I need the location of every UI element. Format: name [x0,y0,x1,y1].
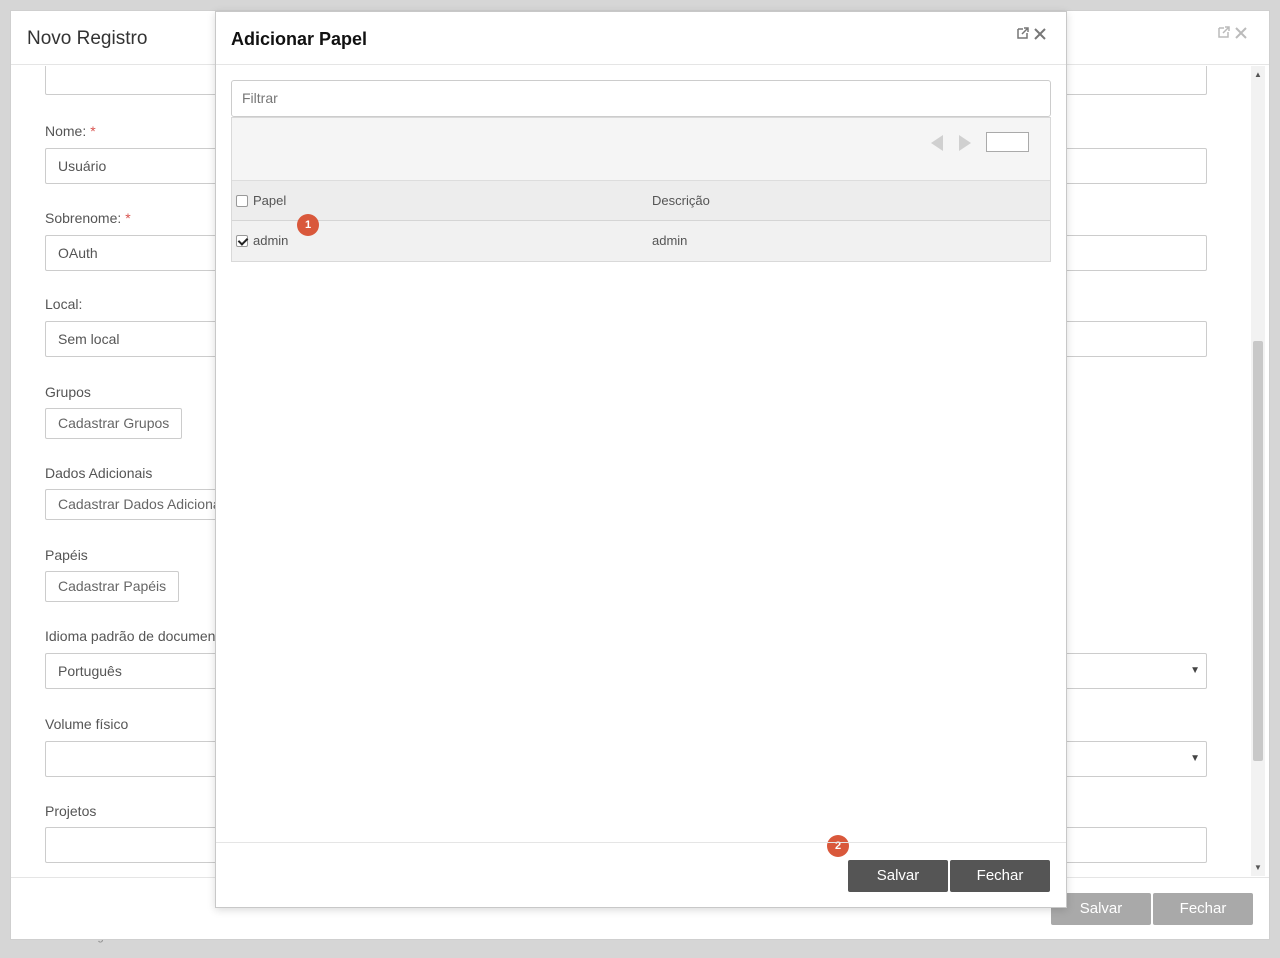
select-all-checkbox[interactable] [236,195,248,207]
volume-label: Volume físico [45,716,129,732]
scroll-up-icon[interactable]: ▲ [1254,70,1262,79]
add-role-dialog: Adicionar Papel Filtrar Papel Descrição [215,11,1067,908]
dialog-title: Adicionar Papel [231,29,368,49]
scroll-down-icon[interactable]: ▼ [1254,863,1262,872]
scrollbar-thumb[interactable] [1253,341,1263,761]
step-badge-1: 1 [297,214,319,236]
projetos-label: Projetos [45,803,97,819]
background-dialog-title: Novo Registro [27,28,148,49]
papeis-label: Papéis [45,547,88,563]
save-button[interactable]: Salvar [848,860,948,892]
close-button[interactable]: Fechar [950,860,1050,892]
cadastrar-papeis-button[interactable]: Cadastrar Papéis [45,571,180,602]
popout-icon[interactable] [1217,25,1231,42]
local-label: Local: [45,296,83,312]
background-close-button[interactable]: Fechar [1153,893,1253,925]
column-header-descricao[interactable]: Descrição [652,193,710,208]
nome-label: Nome: * [45,123,96,139]
dialog-footer: Salvar Fechar [216,842,1066,908]
popout-icon[interactable] [1016,26,1030,43]
row-checkbox[interactable] [236,235,248,247]
chevron-down-icon: ▼ [1190,753,1200,764]
table-row[interactable]: admin admin [232,221,1050,261]
close-icon[interactable] [1235,26,1247,42]
roles-grid: Papel Descrição admin admin [231,117,1051,262]
page-number-input[interactable] [986,132,1029,152]
grid-toolbar [232,118,1050,181]
cadastrar-grupos-button[interactable]: Cadastrar Grupos [45,408,183,439]
grid-header: Papel Descrição [232,181,1050,221]
row-papel: admin [253,233,289,248]
column-header-papel[interactable]: Papel [253,193,286,208]
idioma-select-value: Português [58,663,122,679]
filter-input[interactable]: Filtrar [231,80,1051,117]
dados-adicionais-label: Dados Adicionais [45,465,153,481]
chevron-down-icon: ▼ [1190,665,1200,676]
background-scrollbar[interactable]: ▲ ▼ [1251,66,1265,876]
idioma-label: Idioma padrão de documentos [45,628,235,644]
grupos-label: Grupos [45,384,91,400]
close-icon[interactable] [1034,27,1046,43]
cadastrar-dados-button[interactable]: Cadastrar Dados Adicionais [45,489,244,520]
pager-prev-icon[interactable] [930,134,944,155]
sobrenome-label: Sobrenome: * [45,210,131,226]
row-descricao: admin [652,233,688,248]
pager-next-icon[interactable] [958,134,972,155]
dialog-header: Adicionar Papel [216,12,1066,65]
